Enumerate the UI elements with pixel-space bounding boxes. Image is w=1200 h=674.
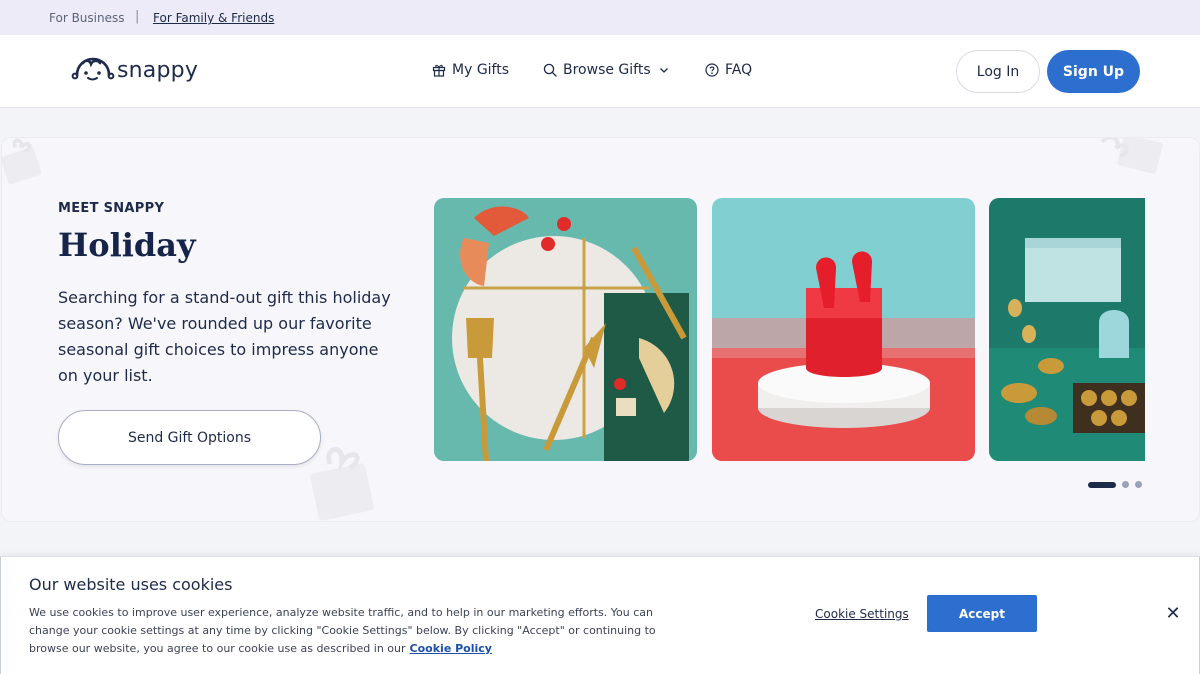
chevron-down-icon bbox=[659, 68, 668, 73]
nav-faq[interactable]: FAQ bbox=[705, 62, 752, 78]
cookie-settings-button[interactable]: Cookie Settings bbox=[815, 607, 909, 621]
hero-title: Holiday bbox=[58, 226, 196, 264]
login-button[interactable]: Log In bbox=[956, 50, 1040, 93]
logo-text: snappy bbox=[117, 57, 199, 83]
carousel-dots bbox=[1088, 481, 1142, 488]
carousel-dot[interactable] bbox=[1122, 481, 1129, 488]
cookie-banner-text: We use cookies to improve user experienc… bbox=[29, 604, 679, 658]
for-family-friends-link[interactable]: For Family & Friends bbox=[153, 11, 274, 25]
gift-decoration-icon bbox=[2, 138, 42, 185]
gift-decoration-icon bbox=[1100, 138, 1163, 174]
site-header: snappy My Gifts Browse Gifts FAQ Log In … bbox=[0, 35, 1200, 108]
cookie-policy-link[interactable]: Cookie Policy bbox=[410, 642, 492, 655]
top-strip: For Business | For Family & Friends bbox=[0, 0, 1200, 35]
nav-browse-gifts[interactable]: Browse Gifts bbox=[543, 62, 669, 78]
cookie-banner-title: Our website uses cookies bbox=[29, 575, 233, 594]
nav-my-gifts-label: My Gifts bbox=[452, 62, 510, 78]
carousel-dot[interactable] bbox=[1088, 481, 1116, 488]
hero-eyebrow: MEET SNAPPY bbox=[58, 201, 165, 216]
cheese-board-image[interactable] bbox=[434, 198, 697, 461]
for-business-link[interactable]: For Business bbox=[49, 11, 124, 25]
help-circle-icon bbox=[705, 63, 719, 77]
cookie-banner: Our website uses cookies We use cookies … bbox=[0, 556, 1200, 674]
search-icon bbox=[543, 63, 557, 77]
nav-browse-gifts-label: Browse Gifts bbox=[563, 62, 651, 78]
send-gift-options-button[interactable]: Send Gift Options bbox=[58, 410, 321, 465]
nav-faq-label: FAQ bbox=[725, 62, 753, 78]
accept-cookies-button[interactable]: Accept bbox=[927, 595, 1037, 632]
top-strip-separator: | bbox=[135, 9, 140, 24]
carousel-dot[interactable] bbox=[1135, 481, 1142, 488]
nav-my-gifts[interactable]: My Gifts bbox=[432, 62, 509, 78]
cookie-banner-body: We use cookies to improve user experienc… bbox=[29, 606, 656, 655]
red-earbuds-image[interactable] bbox=[712, 198, 975, 461]
tea-set-image[interactable] bbox=[989, 198, 1145, 461]
close-icon[interactable]: ✕ bbox=[1163, 603, 1183, 624]
snappy-logo[interactable]: snappy bbox=[69, 55, 198, 85]
gift-icon bbox=[432, 64, 446, 77]
hero-description: Searching for a stand-out gift this holi… bbox=[58, 288, 391, 385]
snappy-face-icon bbox=[71, 57, 115, 81]
signup-button[interactable]: Sign Up bbox=[1047, 50, 1140, 93]
hero-banner: MEET SNAPPY Holiday Searching for a stan… bbox=[1, 137, 1200, 522]
